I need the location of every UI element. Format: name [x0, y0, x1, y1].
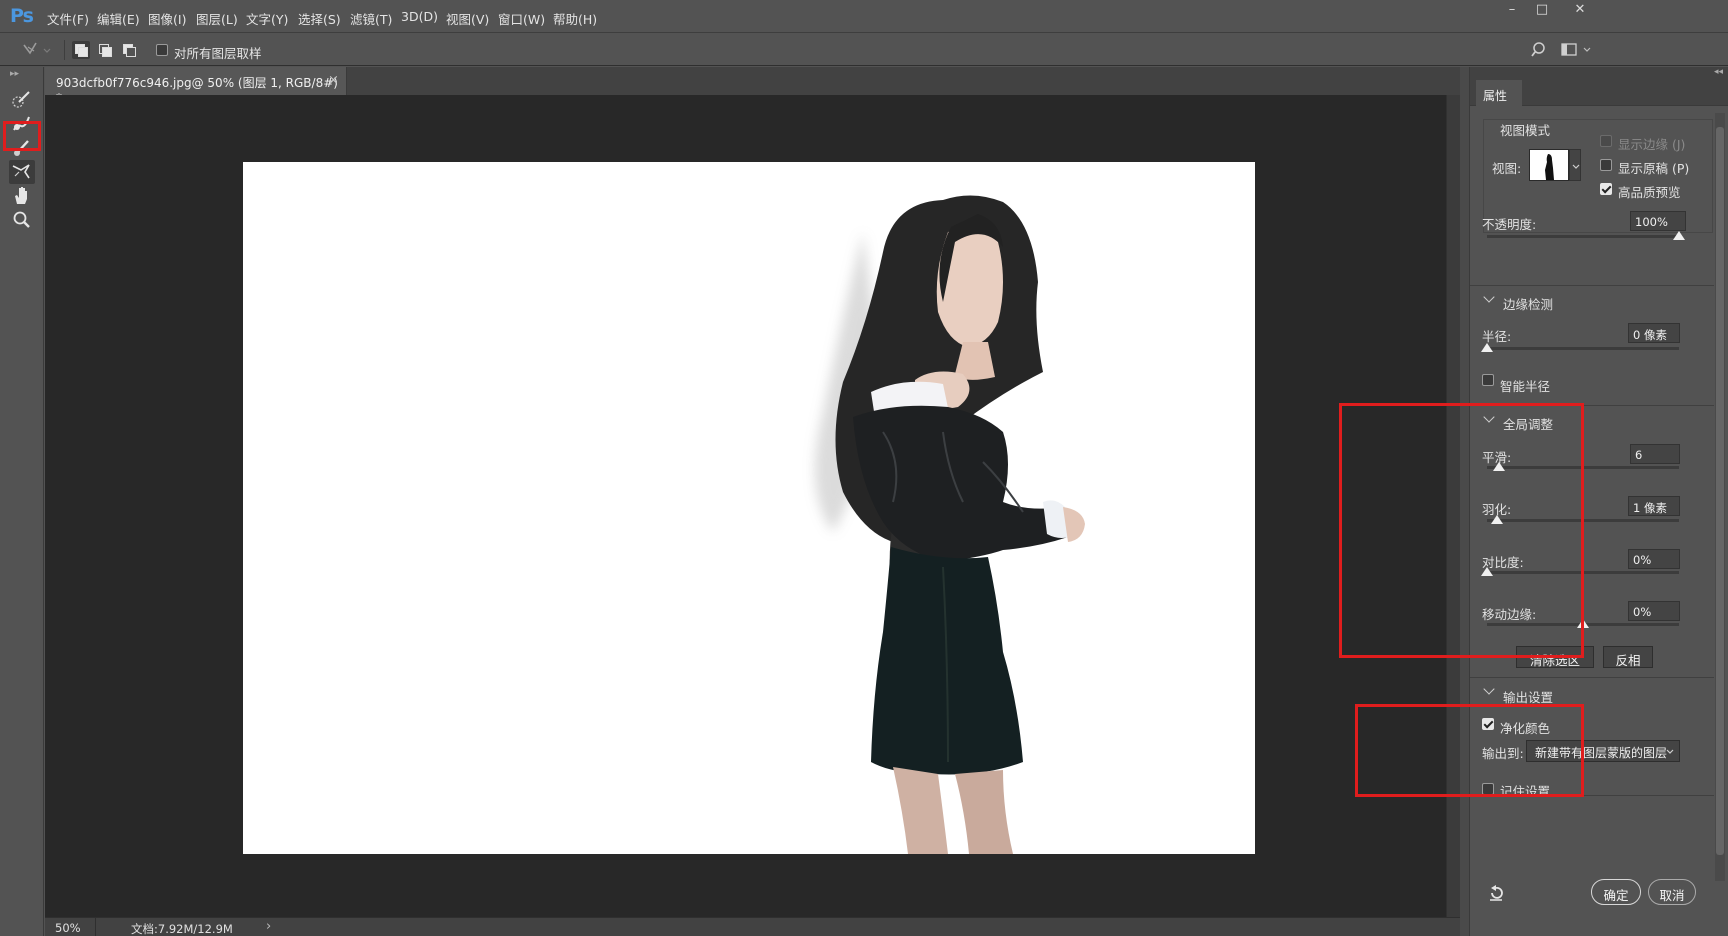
smart-radius-checkbox[interactable] [1482, 374, 1494, 386]
status-menu-arrow[interactable]: › [266, 919, 271, 934]
subtract-from-selection-icon[interactable] [120, 41, 138, 59]
menu-edit[interactable]: 编辑(E) [97, 9, 140, 28]
menu-3d[interactable]: 3D(D) [401, 9, 438, 24]
view-label: 视图: [1492, 161, 1522, 176]
sample-all-layers-label: 对所有图层取样 [174, 46, 262, 61]
show-edges-label: 显示边缘 (J) [1618, 137, 1686, 152]
search-icon[interactable] [1531, 41, 1549, 59]
zoom-level[interactable]: 50% [55, 921, 81, 935]
opacity-slider-knob[interactable] [1673, 231, 1685, 240]
sample-all-layers-checkbox[interactable] [156, 44, 168, 56]
lasso-tool-icon[interactable] [9, 160, 35, 184]
section-divider [1470, 677, 1714, 678]
menu-type[interactable]: 文字(Y) [246, 9, 288, 28]
ok-button[interactable]: 确定 [1591, 879, 1641, 905]
status-bar: 50% 文档:7.92M/12.9M › [45, 917, 1460, 936]
cancel-button[interactable]: 取消 [1648, 879, 1696, 905]
restore-button[interactable]: □ [1527, 3, 1557, 18]
section-divider [1470, 285, 1714, 286]
radius-slider-knob[interactable] [1481, 343, 1493, 352]
radius-slider[interactable] [1487, 347, 1679, 350]
radius-input[interactable]: 0 像素 [1628, 323, 1680, 343]
panel-scrollbar[interactable] [1715, 113, 1725, 881]
shift-edge-input[interactable]: 0% [1628, 601, 1680, 621]
menu-help[interactable]: 帮助(H) [553, 9, 597, 28]
new-selection-icon[interactable] [72, 41, 90, 59]
contrast-input[interactable]: 0% [1628, 549, 1680, 569]
high-quality-preview-label: 高品质预览 [1618, 185, 1681, 200]
reset-icon[interactable] [1488, 884, 1506, 905]
opacity-slider[interactable] [1487, 235, 1679, 238]
workspace-switcher-icon[interactable] [1561, 41, 1591, 59]
menu-window[interactable]: 窗口(W) [498, 9, 545, 28]
menu-filter[interactable]: 滤镜(T) [350, 9, 392, 28]
chevron-down-icon[interactable] [1483, 291, 1495, 303]
document-tab[interactable]: 903dcfb0f776c946.jpg@ 50% (图层 1, RGB/8#)… [45, 67, 347, 105]
hand-tool-icon[interactable] [9, 184, 35, 208]
high-quality-preview-checkbox[interactable] [1600, 183, 1612, 195]
quick-selection-tool-icon[interactable] [9, 88, 35, 112]
opacity-label: 不透明度: [1482, 217, 1537, 232]
panel-scrollbar-thumb[interactable] [1716, 127, 1724, 855]
highlight-global-refinements [1339, 403, 1584, 658]
highlight-output-settings [1355, 704, 1584, 797]
smart-radius-label: 智能半径 [1500, 379, 1551, 394]
menu-layer[interactable]: 图层(L) [196, 9, 238, 28]
edge-detection-title: 边缘检测 [1503, 297, 1554, 312]
close-tab-icon[interactable]: × [328, 73, 339, 88]
menu-file[interactable]: 文件(F) [47, 9, 89, 28]
collapse-tools-icon[interactable]: ▸▸ [10, 69, 19, 79]
menu-bar: Ps 文件(F) 编辑(E) 图像(I) 图层(L) 文字(Y) 选择(S) 滤… [0, 0, 1728, 33]
smooth-input[interactable]: 6 [1630, 444, 1680, 464]
options-divider [64, 40, 65, 60]
show-original-label: 显示原稿 (P) [1618, 161, 1690, 176]
menu-select[interactable]: 选择(S) [298, 9, 341, 28]
tab-properties[interactable]: 属性 [1476, 80, 1522, 106]
view-mode-title: 视图模式 [1500, 123, 1551, 138]
add-to-selection-icon[interactable] [96, 41, 114, 59]
minimize-button[interactable]: – [1497, 3, 1527, 18]
woman-in-leather-jacket-photo [815, 195, 1085, 854]
refine-edge-tool-preset-icon[interactable] [22, 41, 51, 59]
collapse-panel-icon[interactable]: ◂◂ [1714, 67, 1723, 77]
highlighted-refine-radius-tool [3, 121, 41, 151]
invert-button[interactable]: 反相 [1603, 646, 1653, 668]
menu-view[interactable]: 视图(V) [446, 9, 489, 28]
document-size: 文档:7.92M/12.9M [131, 922, 233, 936]
view-mode-thumbnail[interactable] [1529, 149, 1569, 181]
opacity-input[interactable]: 100% [1630, 211, 1686, 231]
status-divider [95, 918, 96, 936]
photoshop-logo: Ps [10, 5, 34, 27]
show-edges-checkbox[interactable] [1600, 135, 1612, 147]
view-mode-dropdown-icon[interactable] [1569, 149, 1581, 181]
show-original-checkbox[interactable] [1600, 159, 1612, 171]
panel-tab-bar: 属性 ◂◂ [1470, 67, 1728, 106]
close-window-button[interactable]: ✕ [1565, 3, 1595, 18]
photo-image [243, 162, 1255, 854]
options-bar: 对所有图层取样 [0, 34, 1728, 66]
feather-input[interactable]: 1 像素 [1628, 496, 1680, 516]
dropdown-chevron-icon [1666, 749, 1674, 754]
document-tab-bar: 903dcfb0f776c946.jpg@ 50% (图层 1, RGB/8#)… [45, 67, 1460, 105]
footer-cover [1470, 795, 1714, 835]
tools-panel: ▸▸ [0, 67, 44, 936]
zoom-tool-icon[interactable] [9, 208, 35, 232]
menu-image[interactable]: 图像(I) [148, 9, 186, 28]
chevron-down-icon[interactable] [1483, 683, 1495, 695]
